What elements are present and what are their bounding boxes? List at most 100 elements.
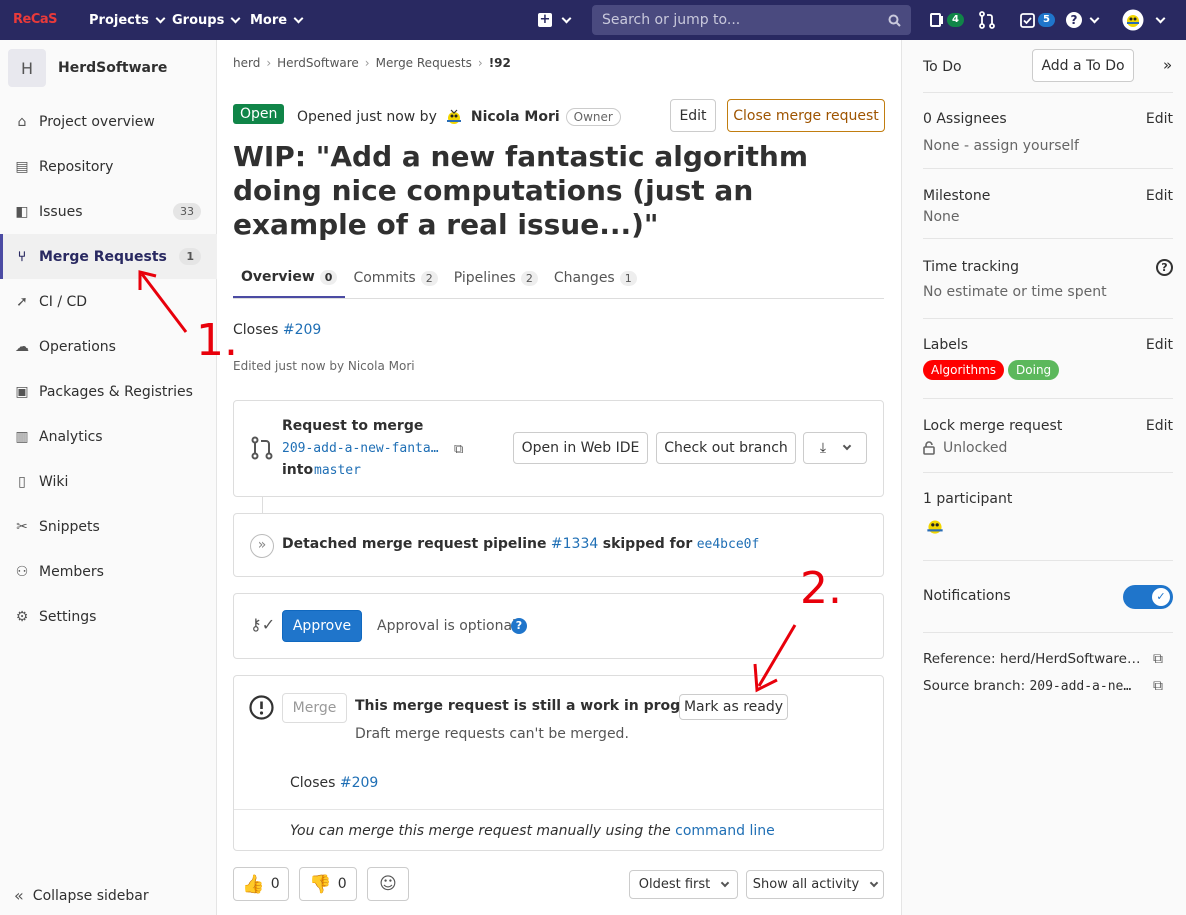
groups-label: Groups bbox=[172, 12, 225, 28]
label-doing[interactable]: Doing bbox=[1008, 360, 1060, 380]
help-icon[interactable]: ? bbox=[511, 618, 527, 634]
sidebar-item-ci-cd[interactable]: ➚ CI / CD bbox=[0, 279, 217, 324]
cloud-icon: ☁ bbox=[15, 338, 29, 355]
collapse-sidebar-button[interactable]: « Collapse sidebar bbox=[14, 886, 149, 905]
check-out-branch-button[interactable]: Check out branch bbox=[656, 432, 796, 464]
closes-issue-link[interactable]: #209 bbox=[340, 775, 378, 791]
copy-icon[interactable]: ⧉ bbox=[1153, 651, 1163, 667]
package-icon: ▣ bbox=[15, 383, 29, 400]
rocket-icon: ➚ bbox=[16, 293, 28, 310]
sidebar-item-merge-requests[interactable]: ⑂ Merge Requests 1 bbox=[0, 234, 217, 279]
logo[interactable]: ReCaS bbox=[13, 11, 63, 29]
help-icon[interactable]: ? bbox=[1156, 259, 1173, 276]
pipeline-id-link[interactable]: #1334 bbox=[551, 536, 598, 552]
thumbs-down-icon: 👎 bbox=[309, 873, 332, 895]
pipeline-panel: » Detached merge request pipeline #1334 … bbox=[233, 513, 884, 577]
tab-pipelines[interactable]: Pipelines 2 bbox=[446, 258, 546, 298]
thumbs-down-count: 0 bbox=[337, 876, 347, 892]
groups-menu[interactable]: Groups bbox=[172, 0, 241, 40]
edit-button[interactable]: Edit bbox=[670, 99, 716, 132]
todos-shortcut[interactable]: 5 bbox=[1020, 10, 1055, 30]
sidebar-item-repository[interactable]: ▤ Repository bbox=[0, 144, 217, 189]
more-menu[interactable]: More bbox=[250, 0, 304, 40]
project-name: HerdSoftware bbox=[58, 60, 168, 76]
notifications-toggle[interactable] bbox=[1123, 585, 1173, 609]
sidebar-item-members[interactable]: ⚇ Members bbox=[0, 549, 217, 594]
close-merge-request-button[interactable]: Close merge request bbox=[727, 99, 885, 132]
sidebar-item-operations[interactable]: ☁ Operations bbox=[0, 324, 217, 369]
author-name[interactable]: Nicola Mori bbox=[471, 109, 560, 125]
timeline-connector bbox=[262, 497, 263, 513]
sort-dropdown[interactable]: Oldest first bbox=[629, 870, 738, 899]
copy-icon[interactable]: ⧉ bbox=[454, 442, 463, 457]
collapse-right-sidebar-icon[interactable]: » bbox=[1163, 56, 1172, 74]
merge-button[interactable]: Merge bbox=[282, 693, 347, 723]
chevron-down-icon bbox=[1155, 13, 1166, 23]
help-menu[interactable]: ? bbox=[1066, 10, 1100, 30]
issues-icon bbox=[930, 13, 943, 27]
user-menu[interactable] bbox=[1122, 9, 1166, 31]
target-branch-link[interactable]: master bbox=[314, 463, 361, 478]
label-algorithms[interactable]: Algorithms bbox=[923, 360, 1005, 380]
approve-button[interactable]: Approve bbox=[282, 610, 362, 642]
manual-text: You can merge this merge request manuall… bbox=[290, 823, 671, 839]
reference-text: Reference: herd/HerdSoftware… bbox=[923, 651, 1141, 667]
command-line-link[interactable]: command line bbox=[675, 823, 775, 839]
closes-issue-link[interactable]: #209 bbox=[283, 322, 321, 338]
breadcrumb-mr-id[interactable]: !92 bbox=[489, 56, 511, 70]
sidebar-item-snippets[interactable]: ✂ Snippets bbox=[0, 504, 217, 549]
new-menu[interactable]: + bbox=[538, 10, 572, 30]
milestone-edit-link[interactable]: Edit bbox=[1146, 188, 1173, 204]
sidebar-item-analytics[interactable]: ▥ Analytics bbox=[0, 414, 217, 459]
chevron-right-icon: › bbox=[364, 56, 370, 70]
merge-request-icon bbox=[979, 11, 995, 29]
search-input[interactable]: Search or jump to... bbox=[592, 5, 911, 35]
page-title: WIP: "Add a new fantastic algorithm doin… bbox=[233, 140, 808, 241]
breadcrumb-herd[interactable]: herd bbox=[233, 56, 260, 70]
thumbs-up-button[interactable]: 👍 0 bbox=[233, 867, 289, 901]
sidebar-item-label: Members bbox=[39, 563, 104, 580]
milestone-value: None bbox=[923, 209, 960, 225]
skipped-status-icon[interactable]: » bbox=[250, 534, 274, 558]
assignees-edit-link[interactable]: Edit bbox=[1146, 111, 1173, 127]
project-header[interactable]: H HerdSoftware bbox=[8, 49, 167, 87]
projects-label: Projects bbox=[89, 12, 149, 28]
sidebar-item-wiki[interactable]: ▯ Wiki bbox=[0, 459, 217, 504]
projects-menu[interactable]: Projects bbox=[89, 0, 166, 40]
source-branch-info: Source branch: 209-add-a-ne… bbox=[923, 678, 1153, 694]
tab-changes[interactable]: Changes 1 bbox=[546, 258, 645, 298]
sidebar: H HerdSoftware ⌂ Project overview ▤ Reposi… bbox=[0, 40, 217, 915]
sidebar-item-issues[interactable]: ◧ Issues 33 bbox=[0, 189, 217, 234]
assignees-value[interactable]: None - assign yourself bbox=[923, 138, 1079, 154]
assignees-label: 0 Assignees bbox=[923, 111, 1007, 127]
status-badge: Open bbox=[233, 104, 285, 124]
copy-icon[interactable]: ⧉ bbox=[1153, 678, 1163, 694]
tab-commits[interactable]: Commits 2 bbox=[345, 258, 445, 298]
sidebar-item-project-overview[interactable]: ⌂ Project overview bbox=[0, 99, 217, 144]
chevron-down-icon bbox=[155, 13, 166, 23]
chevron-down-icon bbox=[230, 13, 241, 23]
tab-overview[interactable]: Overview 0 bbox=[233, 258, 346, 298]
sidebar-item-settings[interactable]: ⚙ Settings bbox=[0, 594, 217, 639]
labels-edit-link[interactable]: Edit bbox=[1146, 337, 1173, 353]
closes-label: Closes bbox=[290, 775, 336, 791]
open-web-ide-button[interactable]: Open in Web IDE bbox=[513, 432, 648, 464]
tab-count: 0 bbox=[319, 269, 338, 285]
activity-filter-dropdown[interactable]: Show all activity bbox=[746, 870, 884, 899]
thumbs-down-button[interactable]: 👎 0 bbox=[299, 867, 357, 901]
commit-sha-link[interactable]: ee4bce0f bbox=[697, 537, 760, 552]
lock-edit-link[interactable]: Edit bbox=[1146, 418, 1173, 434]
download-dropdown[interactable]: ⤓ bbox=[803, 432, 867, 464]
participants-section: 1 participant bbox=[923, 473, 1173, 561]
merge-requests-shortcut[interactable] bbox=[979, 10, 995, 30]
source-branch-link[interactable]: 209-add-a-new-fanta… bbox=[282, 441, 439, 456]
avatar[interactable] bbox=[923, 514, 947, 538]
issues-shortcut[interactable]: 4 bbox=[930, 10, 964, 30]
add-todo-button[interactable]: Add a To Do bbox=[1032, 49, 1134, 82]
add-reaction-button[interactable]: ☺ bbox=[367, 867, 409, 901]
breadcrumb-merge-requests[interactable]: Merge Requests bbox=[376, 56, 472, 70]
breadcrumb-project[interactable]: HerdSoftware bbox=[277, 56, 359, 70]
mark-as-ready-button[interactable]: Mark as ready bbox=[679, 694, 788, 720]
approval-panel: ⚷✓ Approve Approval is optional ? bbox=[233, 593, 884, 659]
sidebar-item-packages[interactable]: ▣ Packages & Registries bbox=[0, 369, 217, 414]
